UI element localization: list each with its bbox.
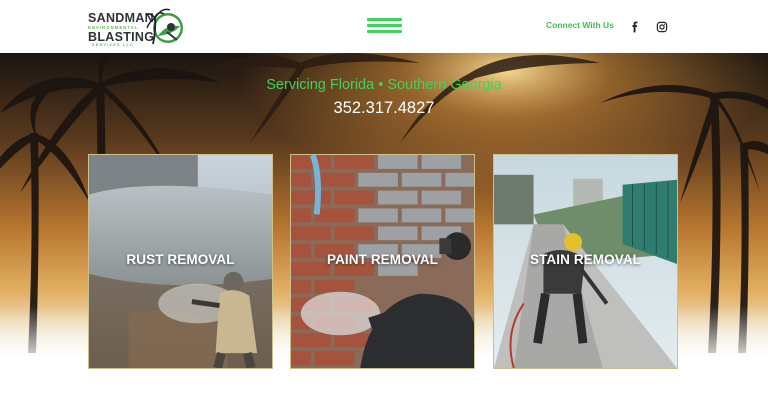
hero-tagline: Servicing Florida • Southern Georgia (266, 77, 502, 93)
instagram-icon[interactable] (656, 20, 668, 33)
service-card-stain-removal[interactable]: STAIN REMOVAL (493, 154, 678, 369)
site-header: SANDMAN ENVIRONMENTAL BLASTING SERVICES … (0, 0, 768, 53)
facebook-icon[interactable] (629, 20, 641, 33)
logo[interactable]: SANDMAN ENVIRONMENTAL BLASTING SERVICES … (86, 6, 190, 47)
service-card-rust-removal[interactable]: RUST REMOVAL (88, 154, 273, 369)
hero-phone-number[interactable]: 352.317.4827 (0, 99, 768, 118)
logo-palm-emblem-icon (145, 8, 183, 45)
connect-with-us-link[interactable]: Connect With Us (546, 20, 614, 30)
service-card-paint-removal[interactable]: PAINT REMOVAL (290, 154, 475, 369)
service-card-label: RUST REMOVAL (126, 252, 235, 267)
hamburger-menu-icon (367, 18, 402, 21)
hamburger-bar (367, 24, 402, 27)
hero-section: Servicing Florida • Southern Georgia 352… (0, 53, 768, 404)
hamburger-menu-button[interactable] (367, 18, 402, 34)
service-card-label: PAINT REMOVAL (326, 252, 439, 267)
service-card-label: STAIN REMOVAL (529, 252, 642, 267)
hamburger-bar (367, 30, 402, 33)
logo-subtext-line2: SERVICES LLC (92, 43, 134, 47)
